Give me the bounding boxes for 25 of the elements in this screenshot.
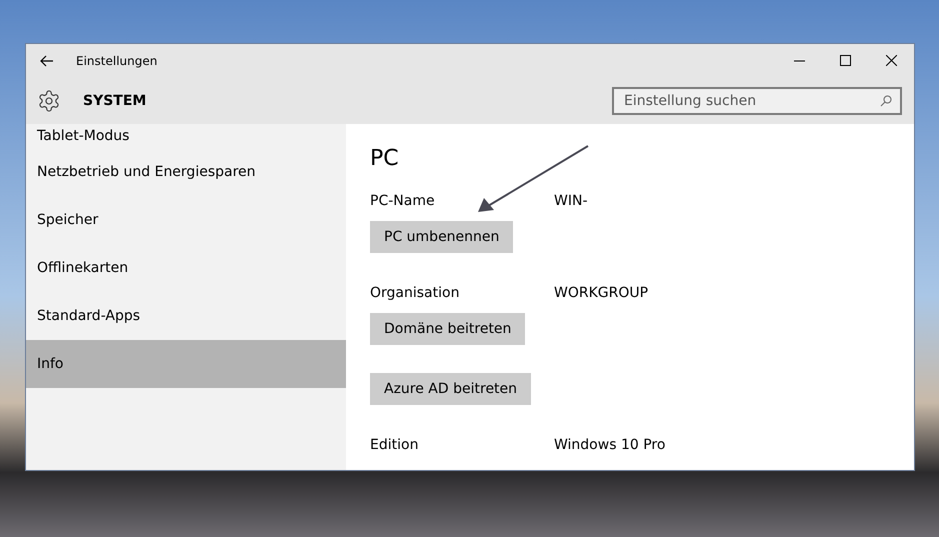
window-title: Einstellungen bbox=[76, 54, 158, 68]
close-icon bbox=[886, 55, 896, 66]
field-label: Edition bbox=[370, 437, 420, 453]
field-value: WIN- bbox=[554, 193, 588, 209]
sidebar-item[interactable]: Offlinekarten bbox=[26, 244, 346, 292]
search-field[interactable]: Einstellung suchen bbox=[612, 86, 902, 114]
settings-icon bbox=[37, 88, 61, 112]
sidebar-item[interactable]: Standard-Apps bbox=[26, 292, 346, 340]
maximize-icon bbox=[840, 55, 850, 66]
field-label: PC-Name bbox=[370, 193, 436, 209]
sidebar-item[interactable]: Info bbox=[26, 340, 346, 388]
section-title: PC bbox=[370, 146, 400, 171]
field-value: Windows 10 Pro bbox=[554, 437, 666, 453]
back-arrow-icon[interactable] bbox=[40, 54, 54, 66]
sidebar-item[interactable]: Netzbetrieb und Energiesparen bbox=[26, 148, 346, 196]
action-button[interactable]: Azure AD beitreten bbox=[370, 373, 532, 405]
action-button[interactable]: Domäne beitreten bbox=[370, 313, 526, 345]
search-icon bbox=[880, 94, 892, 106]
minimize-icon bbox=[794, 60, 804, 62]
action-button[interactable]: PC umbenennen bbox=[370, 221, 514, 253]
sidebar-item[interactable]: Tablet-Modus bbox=[26, 124, 346, 148]
sidebar-item[interactable]: Speicher bbox=[26, 196, 346, 244]
field-value: WORKGROUP bbox=[554, 285, 648, 301]
field-label: Organisation bbox=[370, 285, 460, 301]
page-title: SYSTEM bbox=[83, 92, 146, 108]
